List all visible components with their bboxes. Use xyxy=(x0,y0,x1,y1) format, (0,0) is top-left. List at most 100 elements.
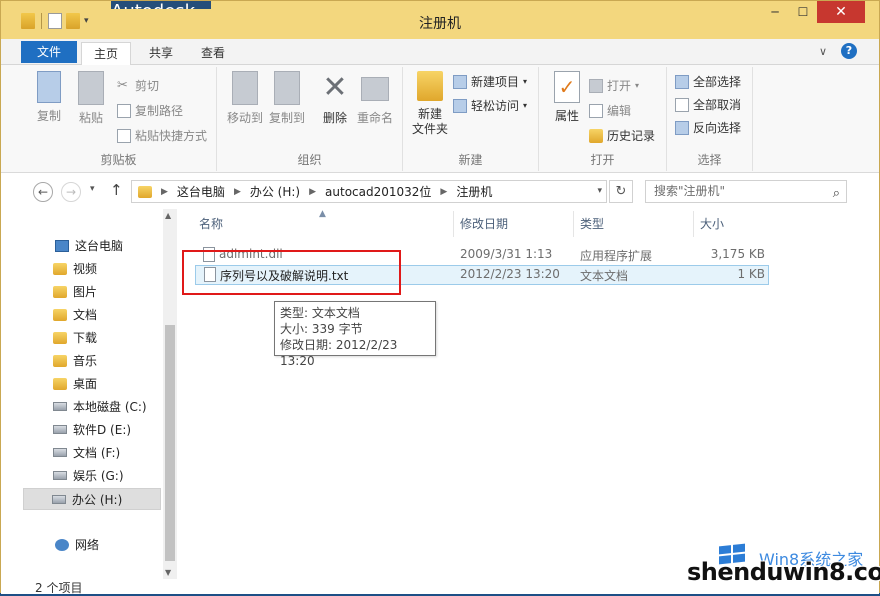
chevron-down-icon: ▾ xyxy=(635,81,640,90)
forward-button[interactable]: → xyxy=(61,182,81,202)
edit-icon xyxy=(589,103,603,118)
new-group-label: 新建 xyxy=(458,153,483,167)
chevron-right-icon[interactable]: ▶ xyxy=(158,187,171,197)
file-size: 3,175 KB xyxy=(710,247,765,261)
organize-group: 移动到 复制到 ✕ 删除 重命名 组织 xyxy=(217,67,403,171)
expand-ribbon-icon[interactable]: ∨ xyxy=(819,45,827,58)
rename-button[interactable]: 重命名 xyxy=(351,71,399,126)
new-folder-button[interactable]: 新建 文件夹 xyxy=(405,71,455,137)
address-bar[interactable]: ▶ 这台电脑 ▶ 办公 (H:) ▶ autocad201032位 ▶ 注册机 … xyxy=(131,180,607,203)
open-label: 打开 xyxy=(607,79,632,93)
nav-item-label: 这台电脑 xyxy=(75,239,124,253)
nav-item-drive-c[interactable]: 本地磁盘 (C:) xyxy=(53,398,147,415)
move-to-label: 移动到 xyxy=(226,111,263,125)
nav-item-label: 网络 xyxy=(75,538,100,552)
open-group: ✓ 属性 打开 ▾ 编辑 历史记录 打开 xyxy=(539,67,667,171)
nav-item-documents[interactable]: 文档 xyxy=(53,306,97,323)
nav-item-drive-f[interactable]: 文档 (F:) xyxy=(53,444,120,461)
nav-item-desktop[interactable]: 桌面 xyxy=(53,375,97,392)
history-icon xyxy=(589,128,603,143)
search-icon[interactable]: ⌕ xyxy=(833,183,840,204)
invert-selection-button[interactable]: 反向选择 xyxy=(675,119,741,136)
copy-path-icon xyxy=(117,103,131,118)
new-folder-icon[interactable] xyxy=(66,13,80,29)
nav-item-label: 文档 (F:) xyxy=(73,446,121,460)
tab-file[interactable]: 文件 xyxy=(21,41,78,63)
tab-view[interactable]: 查看 xyxy=(189,42,237,65)
chevron-down-icon[interactable]: ▾ xyxy=(597,186,602,196)
file-info-tooltip: 类型: 文本文档 大小: 339 字节 修改日期: 2012/2/23 13:2… xyxy=(274,301,436,368)
table-row[interactable]: 序列号以及破解说明.txt 2012/2/23 13:20 文本文档 1 KB xyxy=(195,265,769,285)
breadcrumb-autocad[interactable]: autocad201032位 xyxy=(319,183,437,200)
nav-item-pictures[interactable]: 图片 xyxy=(53,283,97,300)
copy-button[interactable]: 复制 xyxy=(25,71,73,124)
drive-icon xyxy=(53,402,67,411)
tab-share[interactable]: 共享 xyxy=(137,42,185,65)
pc-icon xyxy=(55,239,69,252)
edit-button[interactable]: 编辑 xyxy=(589,102,631,119)
recent-locations-icon[interactable]: ▾ xyxy=(90,184,95,194)
select-none-button[interactable]: 全部取消 xyxy=(675,96,741,113)
nav-item-label: 娱乐 (G:) xyxy=(73,469,124,483)
search-input[interactable]: 搜索"注册机" ⌕ xyxy=(645,180,847,203)
ribbon-tabs: 文件 主页 共享 查看 ∨ ? xyxy=(1,39,879,65)
back-button[interactable]: ← xyxy=(33,182,53,202)
column-header-modified[interactable]: 修改日期 xyxy=(460,209,508,239)
nav-item-drive-g[interactable]: 娱乐 (G:) xyxy=(53,467,124,484)
move-to-button[interactable]: 移动到 xyxy=(221,71,269,126)
column-header-size[interactable]: 大小 xyxy=(700,209,724,239)
tooltip-size: 大小: 339 字节 xyxy=(280,322,363,336)
nav-item-videos[interactable]: 视频 xyxy=(53,260,97,277)
breadcrumb-current[interactable]: 注册机 xyxy=(450,183,498,200)
nav-item-drive-h[interactable]: 办公 (H:) xyxy=(23,488,161,510)
breadcrumb-this-pc[interactable]: 这台电脑 xyxy=(171,183,231,200)
copy-to-button[interactable]: 复制到 xyxy=(263,71,311,126)
column-separator[interactable] xyxy=(573,211,574,237)
nav-item-this-pc[interactable]: 这台电脑 xyxy=(41,237,123,254)
chevron-right-icon[interactable]: ▶ xyxy=(306,187,319,197)
select-all-button[interactable]: 全部选择 xyxy=(675,73,741,90)
file-modified: 2012/2/23 13:20 xyxy=(460,267,560,281)
table-row[interactable]: adlmint.dll 2009/3/31 1:13 应用程序扩展 3,175 … xyxy=(195,245,769,265)
customize-qat-icon[interactable]: ▾ xyxy=(84,16,89,26)
select-all-label: 全部选择 xyxy=(693,75,742,89)
scroll-down-icon[interactable]: ▼ xyxy=(165,568,171,577)
scrollbar-thumb[interactable] xyxy=(165,325,175,561)
maximize-button[interactable]: ☐ xyxy=(789,1,817,23)
new-item-button[interactable]: 新建项目 ▾ xyxy=(453,73,527,90)
chevron-right-icon[interactable]: ▶ xyxy=(437,187,450,197)
properties-button[interactable]: ✓ 属性 xyxy=(543,71,591,124)
paste-button[interactable]: 粘贴 xyxy=(67,71,115,126)
properties-icon[interactable] xyxy=(48,13,62,29)
chevron-right-icon[interactable]: ▶ xyxy=(231,187,244,197)
easy-access-button[interactable]: 轻松访问 ▾ xyxy=(453,97,527,114)
organize-group-label: 组织 xyxy=(297,153,322,167)
open-button[interactable]: 打开 ▾ xyxy=(589,77,639,94)
nav-item-drive-e[interactable]: 软件D (E:) xyxy=(53,421,131,438)
copy-path-button[interactable]: 复制路径 xyxy=(117,102,183,119)
column-separator[interactable] xyxy=(693,211,694,237)
cut-button[interactable]: ✂ 剪切 xyxy=(117,77,159,94)
column-header-name[interactable]: 名称 xyxy=(199,209,223,239)
nav-item-network[interactable]: 网络 xyxy=(41,536,99,553)
paste-shortcut-button[interactable]: 粘贴快捷方式 xyxy=(117,127,207,144)
navigation-pane: 这台电脑 视频 图片 文档 下载 音乐 桌面 本地磁盘 (C:) 软件D (E:… xyxy=(1,209,177,579)
paste-shortcut-label: 粘贴快捷方式 xyxy=(135,129,208,143)
history-button[interactable]: 历史记录 xyxy=(589,127,655,144)
column-header-type[interactable]: 类型 xyxy=(580,209,604,239)
nav-item-music[interactable]: 音乐 xyxy=(53,352,97,369)
refresh-button[interactable]: ↻ xyxy=(609,180,633,203)
window-title: 注册机 xyxy=(419,16,461,32)
minimize-button[interactable]: ─ xyxy=(761,1,789,23)
column-separator[interactable] xyxy=(453,211,454,237)
tab-home[interactable]: 主页 xyxy=(81,42,132,65)
breadcrumb-drive-h[interactable]: 办公 (H:) xyxy=(244,183,306,200)
nav-scrollbar[interactable]: ▲ ▼ xyxy=(163,209,177,579)
nav-item-downloads[interactable]: 下载 xyxy=(53,329,97,346)
up-arrow-icon[interactable]: ↑ xyxy=(110,181,123,199)
help-icon[interactable]: ? xyxy=(841,43,857,59)
close-button[interactable]: ✕ xyxy=(817,1,865,23)
title-bar[interactable]: Autodesk ▾ 注册机 ─ ☐ ✕ xyxy=(1,1,879,39)
nav-item-label: 桌面 xyxy=(73,377,98,391)
scroll-up-icon[interactable]: ▲ xyxy=(165,211,171,220)
